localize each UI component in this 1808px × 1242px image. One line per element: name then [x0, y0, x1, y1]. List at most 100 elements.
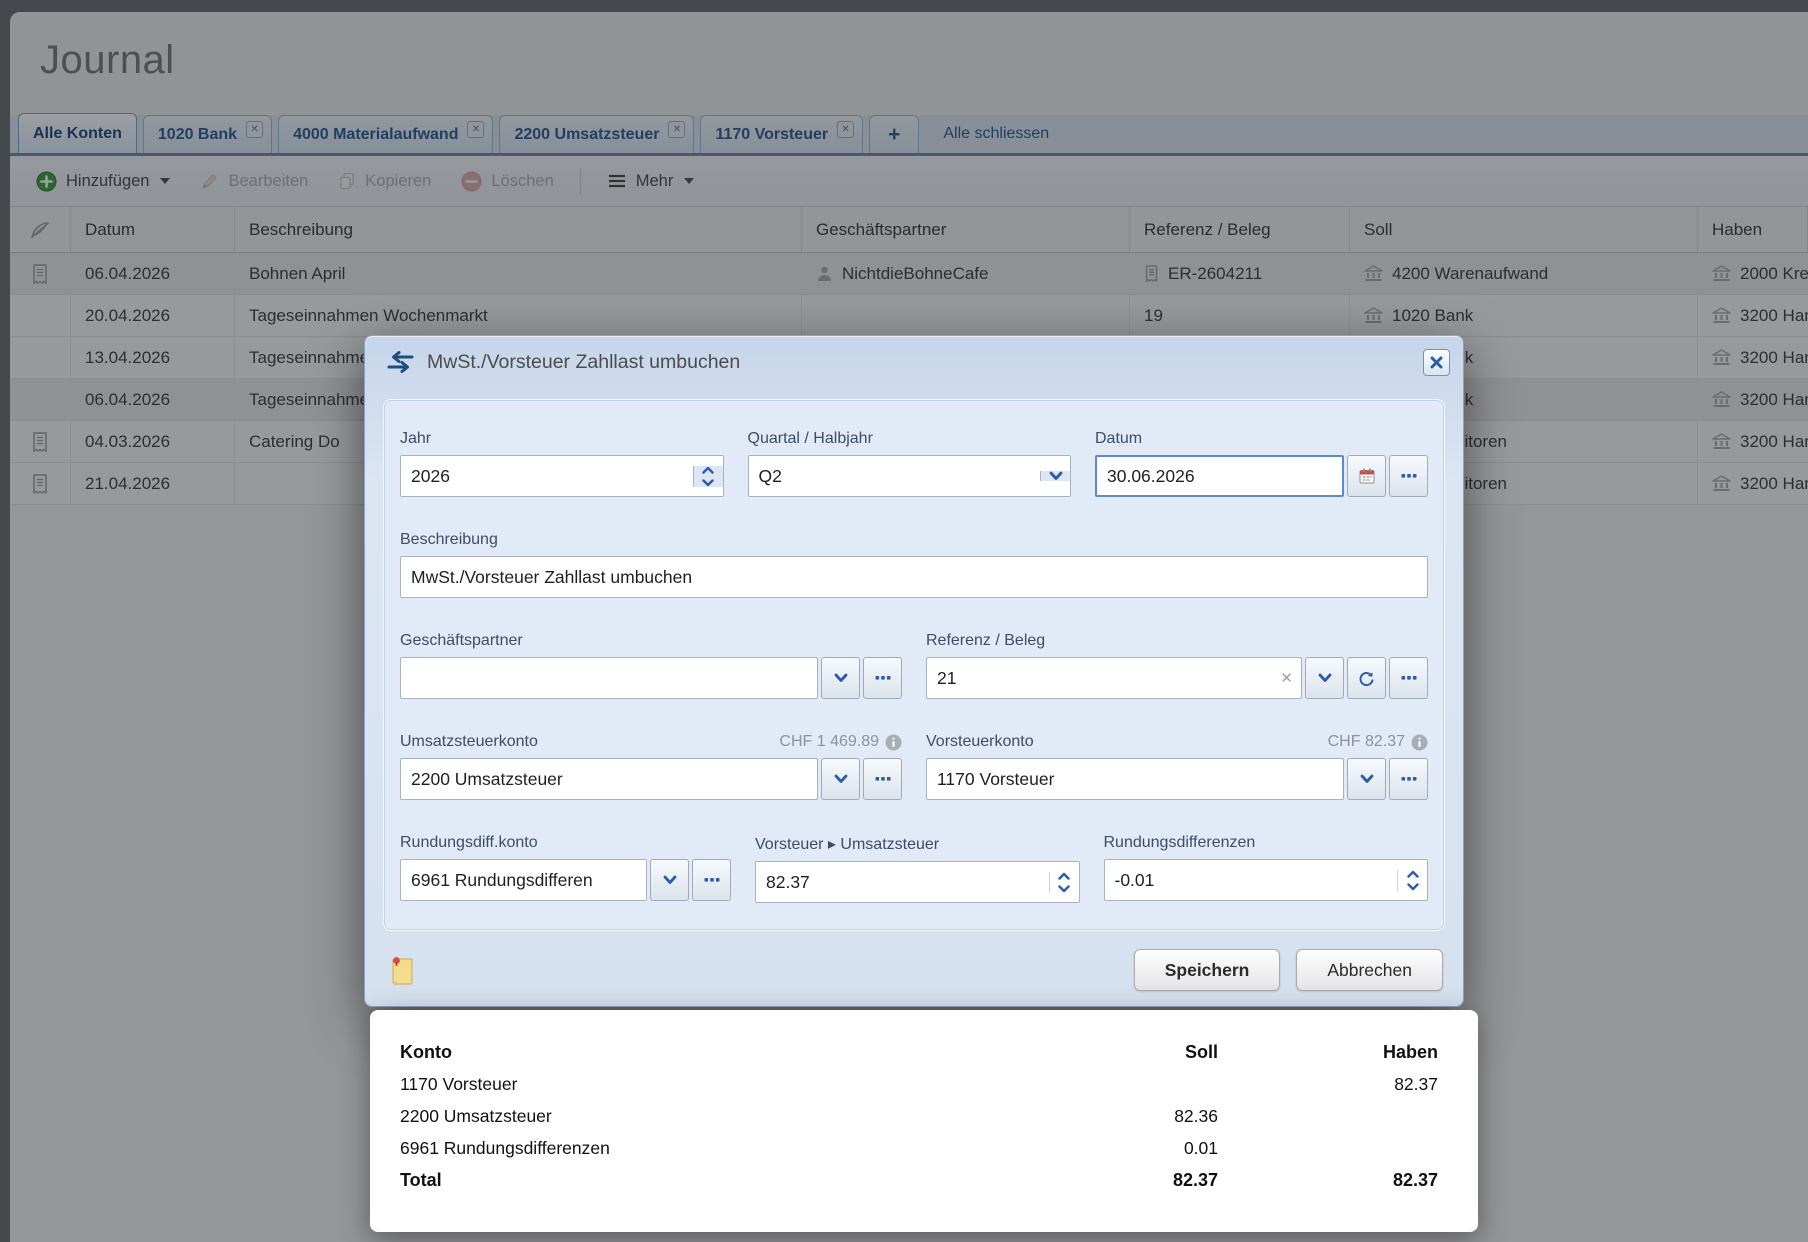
field-datum: Datum: [1095, 430, 1428, 497]
vorsteuer-umsatzsteuer-spinner[interactable]: [1049, 872, 1079, 893]
dialog-footer: Speichern Abbrechen: [365, 934, 1463, 1006]
vorsteuerkonto-more-button[interactable]: [1389, 758, 1428, 800]
vorsteuer-umsatzsteuer-input[interactable]: [756, 862, 1049, 902]
beschreibung-label: Beschreibung: [400, 531, 1428, 549]
cancel-button[interactable]: Abbrechen: [1296, 949, 1443, 991]
preview-konto: 6961 Rundungsdifferenzen: [400, 1138, 1028, 1159]
field-geschaeftspartner: Geschäftspartner: [400, 632, 902, 699]
dialog-title: MwSt./Vorsteuer Zahllast umbuchen: [427, 351, 740, 374]
preview-row: 2200 Umsatzsteuer 82.36: [400, 1100, 1438, 1132]
preview-konto: 2200 Umsatzsteuer: [400, 1106, 1028, 1127]
geschaeftspartner-dropdown-button[interactable]: [821, 657, 860, 699]
chevron-down-icon: [834, 673, 848, 683]
rundungskonto-more-button[interactable]: [692, 859, 731, 901]
rundungsdifferenzen-input[interactable]: [1105, 860, 1398, 900]
preview-soll: 0.01: [1028, 1138, 1218, 1159]
referenz-more-button[interactable]: [1389, 657, 1428, 699]
calendar-icon: [1358, 467, 1376, 485]
vorsteuerkonto-label: Vorsteuerkonto: [926, 733, 1034, 751]
ellipsis-icon: [1401, 473, 1417, 479]
field-rundungskonto: Rundungsdiff.konto: [400, 834, 731, 903]
umsatzsteuerkonto-more-button[interactable]: [863, 758, 902, 800]
info-icon: [1411, 734, 1428, 751]
rundungskonto-input[interactable]: [401, 860, 646, 900]
field-beschreibung: Beschreibung: [400, 531, 1428, 598]
beschreibung-input[interactable]: [401, 557, 1427, 597]
info-icon: [885, 734, 902, 751]
geschaeftspartner-more-button[interactable]: [863, 657, 902, 699]
preview-row: 1170 Vorsteuer 82.37: [400, 1068, 1438, 1100]
chevron-down-icon: [1058, 885, 1070, 893]
quartal-dropdown-button[interactable]: [1040, 471, 1070, 481]
chevron-up-icon: [702, 466, 714, 474]
jahr-label: Jahr: [400, 430, 724, 448]
chevron-down-icon: [1318, 673, 1332, 683]
refresh-icon: [1358, 670, 1375, 687]
umsatzsteuerkonto-input[interactable]: [401, 759, 817, 799]
dialog-close-button[interactable]: [1423, 349, 1450, 376]
rundungsdifferenzen-label: Rundungsdifferenzen: [1104, 834, 1429, 852]
jahr-spinner[interactable]: [693, 466, 723, 487]
quartal-label: Quartal / Halbjahr: [748, 430, 1072, 448]
jahr-input[interactable]: [401, 456, 693, 496]
field-quartal: Quartal / Halbjahr: [748, 430, 1072, 497]
ellipsis-icon: [1401, 776, 1417, 782]
geschaeftspartner-label: Geschäftspartner: [400, 632, 902, 650]
close-icon: [1430, 356, 1443, 369]
umsatzsteuerkonto-balance: CHF 1 469.89: [779, 733, 879, 751]
preview-soll: 82.36: [1028, 1106, 1218, 1127]
ellipsis-icon: [875, 776, 891, 782]
preview-konto: 1170 Vorsteuer: [400, 1074, 1028, 1095]
field-rundungsdifferenzen: Rundungsdifferenzen: [1104, 834, 1429, 903]
referenz-label: Referenz / Beleg: [926, 632, 1428, 650]
ellipsis-icon: [704, 877, 720, 883]
geschaeftspartner-input[interactable]: [401, 658, 817, 698]
field-vorsteuerkonto: Vorsteuerkonto CHF 82.37: [926, 733, 1428, 800]
ellipsis-icon: [1401, 675, 1417, 681]
preview-column-konto: Konto: [400, 1042, 1028, 1063]
preview-column-soll: Soll: [1028, 1042, 1218, 1063]
field-umsatzsteuerkonto: Umsatzsteuerkonto CHF 1 469.89: [400, 733, 902, 800]
preview-total-soll: 82.37: [1028, 1170, 1218, 1191]
vorsteuerkonto-dropdown-button[interactable]: [1347, 758, 1386, 800]
cancel-button-label: Abbrechen: [1327, 960, 1412, 981]
preview-header-row: Konto Soll Haben: [400, 1036, 1438, 1068]
preview-total-haben: 82.37: [1218, 1170, 1438, 1191]
booking-preview-panel: Konto Soll Haben 1170 Vorsteuer 82.37 22…: [370, 1010, 1478, 1232]
field-vorsteuer-umsatzsteuer: Vorsteuer ▸ Umsatzsteuer: [755, 834, 1080, 903]
chevron-down-icon: [663, 875, 677, 885]
field-referenz: Referenz / Beleg ✕: [926, 632, 1428, 699]
preview-haben: 82.37: [1218, 1074, 1438, 1095]
referenz-dropdown-button[interactable]: [1305, 657, 1344, 699]
quartal-select[interactable]: [749, 456, 1041, 496]
chevron-down-icon: [1407, 883, 1419, 891]
swap-arrows-icon: [387, 351, 414, 373]
dialog-titlebar: MwSt./Vorsteuer Zahllast umbuchen: [365, 336, 1463, 388]
vorsteuerkonto-input[interactable]: [927, 759, 1343, 799]
vat-rebooking-dialog: MwSt./Vorsteuer Zahllast umbuchen Jahr: [364, 335, 1464, 1007]
chevron-down-icon: [834, 774, 848, 784]
save-button[interactable]: Speichern: [1134, 949, 1281, 991]
save-button-label: Speichern: [1165, 960, 1250, 981]
datum-more-button[interactable]: [1389, 455, 1428, 497]
field-jahr: Jahr: [400, 430, 724, 497]
referenz-refresh-button[interactable]: [1347, 657, 1386, 699]
preview-total-row: Total 82.37 82.37: [400, 1164, 1438, 1196]
umsatzsteuerkonto-dropdown-button[interactable]: [821, 758, 860, 800]
rundungskonto-label: Rundungsdiff.konto: [400, 834, 731, 852]
datum-calendar-button[interactable]: [1347, 455, 1386, 497]
datum-input[interactable]: [1097, 457, 1342, 495]
preview-column-haben: Haben: [1218, 1042, 1438, 1063]
note-icon[interactable]: [389, 954, 417, 986]
vorsteuerkonto-balance: CHF 82.37: [1328, 733, 1405, 751]
rundungskonto-dropdown-button[interactable]: [650, 859, 689, 901]
referenz-input[interactable]: [927, 658, 1272, 698]
preview-total-label: Total: [400, 1170, 1028, 1191]
ellipsis-icon: [875, 675, 891, 681]
clear-icon[interactable]: ✕: [1272, 669, 1301, 687]
chevron-down-icon: [702, 479, 714, 487]
rundungsdifferenzen-spinner[interactable]: [1397, 870, 1427, 891]
chevron-up-icon: [1058, 872, 1070, 880]
vorsteuer-umsatzsteuer-label: Vorsteuer ▸ Umsatzsteuer: [755, 834, 1080, 854]
chevron-up-icon: [1407, 870, 1419, 878]
